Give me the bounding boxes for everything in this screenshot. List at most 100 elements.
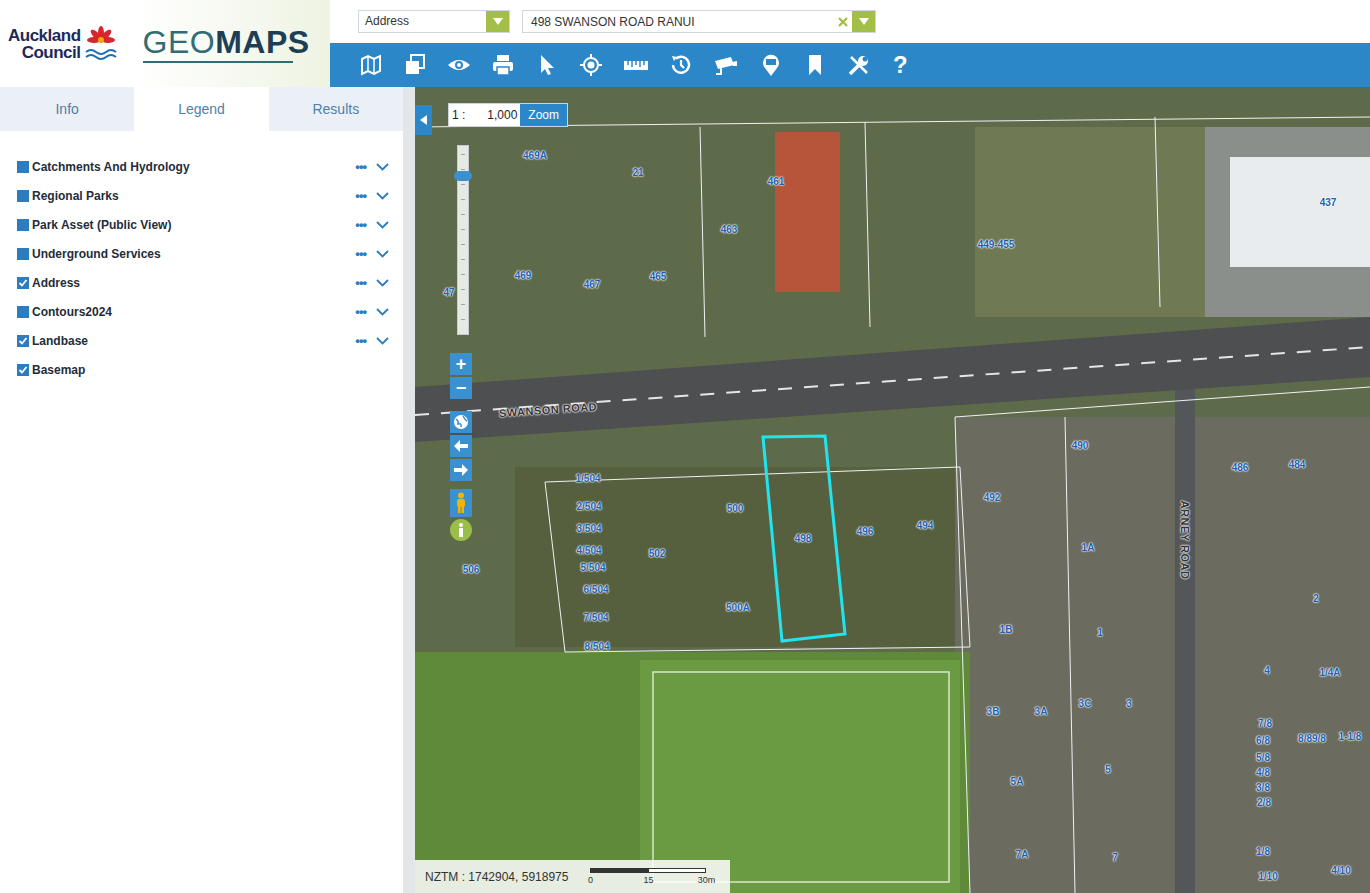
layer-menu-button[interactable]: ••• <box>355 157 366 177</box>
parcel-label[interactable]: 6/8 <box>1256 735 1270 746</box>
layers-icon[interactable] <box>403 53 427 77</box>
parcel-label[interactable]: 5A <box>1011 776 1024 787</box>
layer-menu-button[interactable]: ••• <box>355 215 366 235</box>
layer-checkbox[interactable] <box>17 306 29 318</box>
parcel-label[interactable]: 465 <box>650 271 667 282</box>
parcel-label[interactable]: 494 <box>917 520 934 531</box>
parcel-label[interactable]: 1B <box>1000 624 1013 635</box>
zoom-out-button[interactable]: − <box>450 377 472 399</box>
previous-extent-button[interactable] <box>450 435 472 457</box>
parcel-label[interactable]: 500A <box>726 602 750 613</box>
dropdown-icon[interactable] <box>486 11 509 32</box>
parcel-label[interactable]: 1/8 <box>1256 846 1270 857</box>
parcel-label[interactable]: 2/8 <box>1257 797 1271 808</box>
full-extent-button[interactable] <box>450 411 472 433</box>
layer-checkbox[interactable] <box>17 219 29 231</box>
parcel-label[interactable]: 8/89/8 <box>1298 733 1326 744</box>
search-type-select[interactable]: Address <box>358 10 510 33</box>
layer-row[interactable]: Landbase••• <box>0 326 403 355</box>
ruler-icon[interactable] <box>623 53 649 77</box>
parcel-label[interactable]: 3 <box>1126 698 1132 709</box>
locate-icon[interactable] <box>579 53 603 77</box>
parcel-label[interactable]: 4/8 <box>1256 767 1270 778</box>
parcel-label[interactable]: 4/10 <box>1331 865 1350 876</box>
layer-row[interactable]: Catchments And Hydrology••• <box>0 152 403 181</box>
layer-checkbox[interactable] <box>17 248 29 260</box>
layer-checkbox[interactable] <box>17 335 29 347</box>
parcel-label[interactable]: 4 <box>1264 665 1270 676</box>
parcel-label[interactable]: 2 <box>1313 593 1319 604</box>
layer-checkbox[interactable] <box>17 190 29 202</box>
parcel-label[interactable]: 4/504 <box>576 545 601 556</box>
chevron-down-icon[interactable] <box>376 337 389 345</box>
zoom-slider[interactable] <box>457 145 469 335</box>
layer-menu-button[interactable]: ••• <box>355 302 366 322</box>
layer-checkbox[interactable] <box>17 364 29 376</box>
map-icon[interactable] <box>359 53 383 77</box>
basemap-row[interactable]: Basemap <box>0 355 403 384</box>
parcel-label[interactable]: 486 <box>1232 462 1249 473</box>
bookmark-icon[interactable] <box>803 53 827 77</box>
cursor-icon[interactable] <box>535 53 559 77</box>
parcel-label[interactable]: 3A <box>1035 706 1048 717</box>
scale-input[interactable]: 1,000 <box>468 104 520 126</box>
layer-row[interactable]: Contours2024••• <box>0 297 403 326</box>
parcel-label[interactable]: 8/504 <box>584 641 609 652</box>
parcel-label[interactable]: 506 <box>463 564 480 575</box>
search-input[interactable] <box>523 11 834 32</box>
print-icon[interactable] <box>491 53 515 77</box>
layer-menu-button[interactable]: ••• <box>355 186 366 206</box>
dp-pin-icon[interactable] <box>759 53 783 77</box>
history-icon[interactable] <box>669 53 693 77</box>
chevron-down-icon[interactable] <box>376 192 389 200</box>
camera-icon[interactable] <box>713 53 739 77</box>
parcel-label[interactable]: 3/8 <box>1256 782 1270 793</box>
dropdown-icon[interactable] <box>852 11 875 32</box>
parcel-label[interactable]: 3C <box>1079 698 1092 709</box>
identify-button[interactable] <box>450 519 472 541</box>
parcel-label[interactable]: 437 <box>1320 197 1337 208</box>
layer-menu-button[interactable]: ••• <box>355 244 366 264</box>
panel-splitter[interactable] <box>403 87 415 893</box>
parcel-label[interactable]: 469A <box>523 150 547 161</box>
parcel-label[interactable]: 484 <box>1289 459 1306 470</box>
parcel-label[interactable]: 1A <box>1082 542 1095 553</box>
layer-checkbox[interactable] <box>17 161 29 173</box>
help-button[interactable]: ? <box>891 53 910 77</box>
parcel-label[interactable]: 7A <box>1016 849 1029 860</box>
layer-row[interactable]: Regional Parks••• <box>0 181 403 210</box>
parcel-outline[interactable] <box>763 436 845 641</box>
geomaps-logo[interactable]: GEOMAPS <box>143 25 310 63</box>
chevron-down-icon[interactable] <box>376 221 389 229</box>
layer-menu-button[interactable]: ••• <box>355 273 366 293</box>
next-extent-button[interactable] <box>450 459 472 481</box>
panel-tab[interactable]: Info <box>0 87 134 131</box>
layer-row[interactable]: Address••• <box>0 268 403 297</box>
layer-checkbox[interactable] <box>17 277 29 289</box>
parcel-label[interactable]: 21 <box>632 167 643 178</box>
layer-menu-button[interactable]: ••• <box>355 331 366 351</box>
zoom-button[interactable]: Zoom <box>520 104 567 126</box>
parcel-label[interactable]: 492 <box>984 492 1001 503</box>
map-view[interactable]: 469A21461463449-455437474694674654904864… <box>415 87 1370 893</box>
parcel-label[interactable]: 7/504 <box>583 612 608 623</box>
parcel-label[interactable]: 1/4A <box>1319 667 1340 678</box>
panel-tab[interactable]: Results <box>269 87 403 131</box>
parcel-label[interactable]: 5/8 <box>1256 752 1270 763</box>
parcel-label[interactable]: 498 <box>795 533 812 544</box>
chevron-down-icon[interactable] <box>376 250 389 258</box>
parcel-label[interactable]: 463 <box>721 224 738 235</box>
parcel-label[interactable]: 469 <box>515 270 532 281</box>
parcel-label[interactable]: 6/504 <box>583 584 608 595</box>
parcel-label[interactable]: 496 <box>857 526 874 537</box>
parcel-label[interactable]: 467 <box>584 279 601 290</box>
eye-icon[interactable] <box>447 53 471 77</box>
parcel-label[interactable]: 1-1/8 <box>1339 731 1362 742</box>
chevron-down-icon[interactable] <box>376 279 389 287</box>
parcel-label[interactable]: 2/504 <box>576 501 601 512</box>
parcel-label[interactable]: 5/504 <box>580 562 605 573</box>
parcel-label[interactable]: 1/504 <box>575 473 600 484</box>
panel-tab[interactable]: Legend <box>134 87 268 131</box>
chevron-down-icon[interactable] <box>376 308 389 316</box>
parcel-label[interactable]: 7 <box>1112 852 1118 863</box>
